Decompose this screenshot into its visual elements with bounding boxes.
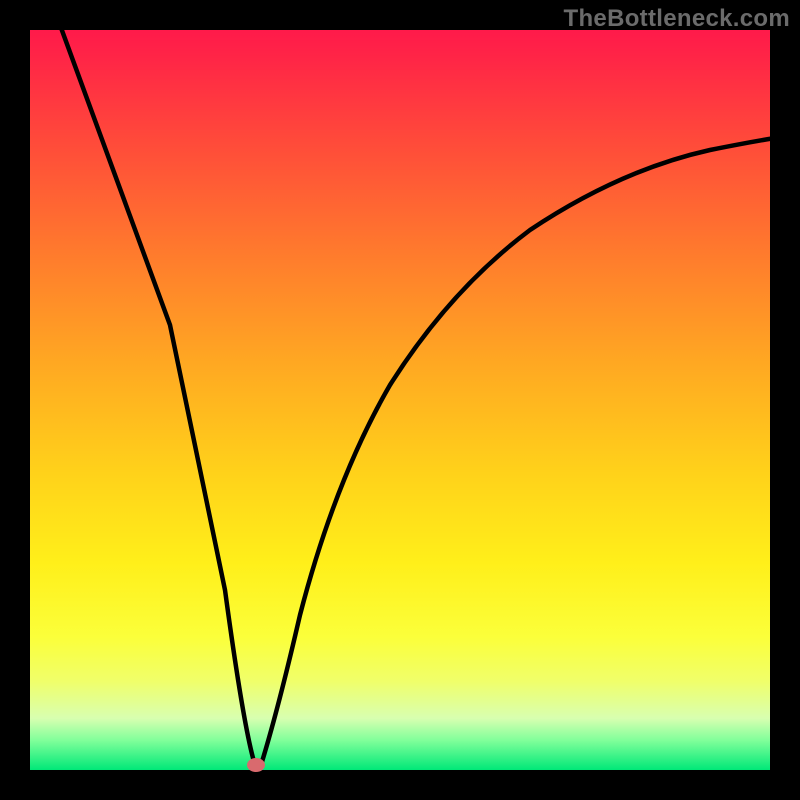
plot-area — [30, 30, 770, 770]
curve-left — [60, 25, 255, 765]
attribution-text: TheBottleneck.com — [564, 5, 790, 33]
minimum-marker — [247, 758, 265, 772]
bottleneck-curve — [30, 30, 770, 770]
curve-right — [261, 138, 775, 765]
chart-frame: TheBottleneck.com — [0, 0, 800, 800]
